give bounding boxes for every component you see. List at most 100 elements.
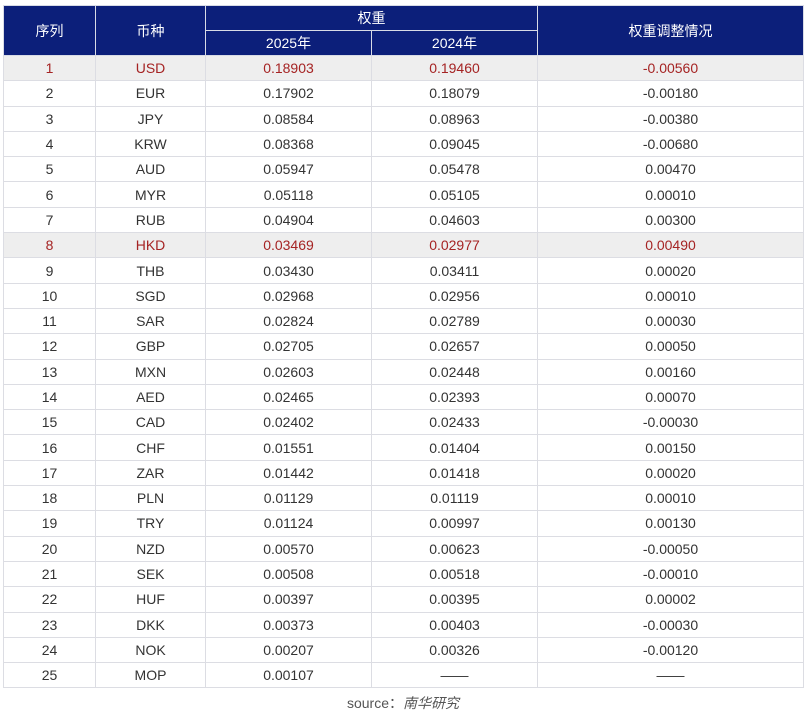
cell-weight-2025: 0.08584 [205, 105, 372, 132]
cell-currency: THB [95, 257, 206, 284]
cell-index: 12 [3, 333, 96, 360]
cell-index: 14 [3, 383, 96, 411]
cell-index: 25 [3, 662, 96, 689]
cell-weight-change: 0.00010 [537, 282, 804, 309]
cell-index: 11 [3, 307, 96, 335]
cell-weight-2025: 0.03430 [205, 257, 372, 284]
cell-weight-2025: 0.03469 [205, 232, 372, 259]
table-row: 21 SEK 0.00508 0.00518 -0.00010 [3, 560, 804, 588]
cell-index: 17 [3, 459, 96, 487]
table-row: 13 MXN 0.02603 0.02448 0.00160 [3, 358, 804, 385]
cell-index: 21 [3, 560, 96, 588]
cell-weight-change: 0.00490 [537, 232, 804, 259]
cell-weight-2024: 0.18079 [371, 80, 538, 107]
cell-currency: RUB [95, 206, 206, 234]
cell-weight-2024: 0.00326 [371, 636, 538, 664]
cell-weight-2024: 0.00395 [371, 586, 538, 613]
cell-weight-2024: 0.00623 [371, 535, 538, 562]
cell-currency: CAD [95, 409, 206, 436]
cell-weight-change: 0.00020 [537, 459, 804, 487]
table-row: 11 SAR 0.02824 0.02789 0.00030 [3, 307, 804, 335]
cell-currency: TRY [95, 510, 206, 537]
cell-currency: EUR [95, 80, 206, 107]
table-row: 25 MOP 0.00107 —— —— [3, 662, 804, 689]
cell-weight-2025: 0.00373 [205, 611, 372, 638]
cell-index: 8 [3, 232, 96, 259]
cell-index: 6 [3, 181, 96, 208]
cell-weight-change: -0.00680 [537, 130, 804, 158]
cell-weight-2025: 0.00107 [205, 662, 372, 689]
cell-weight-2024: —— [371, 662, 538, 689]
cell-weight-2025: 0.18903 [205, 54, 372, 82]
cell-weight-2024: 0.19460 [371, 54, 538, 82]
cell-index: 4 [3, 130, 96, 158]
currency-weight-table: 序列 币种 权重 权重调整情况 2025年 2024年 1 USD 0.18903 0… [3, 5, 804, 689]
source-label: source： [346, 695, 404, 711]
table-row: 15 CAD 0.02402 0.02433 -0.00030 [3, 409, 804, 436]
cell-currency: ZAR [95, 459, 206, 487]
cell-currency: MYR [95, 181, 206, 208]
cell-weight-2024: 0.02433 [371, 409, 538, 436]
cell-index: 1 [3, 54, 96, 82]
cell-currency: AUD [95, 156, 206, 183]
cell-weight-2024: 0.08963 [371, 105, 538, 132]
table-row: 4 KRW 0.08368 0.09045 -0.00680 [3, 130, 804, 158]
table-row: 20 NZD 0.00570 0.00623 -0.00050 [3, 535, 804, 562]
cell-index: 24 [3, 636, 96, 664]
cell-currency: KRW [95, 130, 206, 158]
cell-currency: GBP [95, 333, 206, 360]
cell-currency: HKD [95, 232, 206, 259]
cell-weight-2024: 0.04603 [371, 206, 538, 234]
cell-weight-change: 0.00030 [537, 307, 804, 335]
cell-currency: NZD [95, 535, 206, 562]
cell-weight-change: 0.00050 [537, 333, 804, 360]
cell-index: 18 [3, 485, 96, 512]
cell-index: 2 [3, 80, 96, 107]
source-note: source：南华研究 [0, 693, 806, 713]
table-row: 18 PLN 0.01129 0.01119 0.00010 [3, 485, 804, 512]
cell-weight-2025: 0.02465 [205, 383, 372, 411]
cell-weight-2024: 0.00518 [371, 560, 538, 588]
table-row: 12 GBP 0.02705 0.02657 0.00050 [3, 333, 804, 360]
table-row: 14 AED 0.02465 0.02393 0.00070 [3, 383, 804, 411]
cell-weight-2024: 0.09045 [371, 130, 538, 158]
cell-index: 3 [3, 105, 96, 132]
cell-weight-2024: 0.02657 [371, 333, 538, 360]
cell-weight-change: 0.00150 [537, 434, 804, 461]
table-row: 3 JPY 0.08584 0.08963 -0.00380 [3, 105, 804, 132]
cell-index: 23 [3, 611, 96, 638]
cell-currency: USD [95, 54, 206, 82]
cell-currency: PLN [95, 485, 206, 512]
table-row: 22 HUF 0.00397 0.00395 0.00002 [3, 586, 804, 613]
cell-weight-2025: 0.05947 [205, 156, 372, 183]
table-row: 5 AUD 0.05947 0.05478 0.00470 [3, 156, 804, 183]
table-row: 6 MYR 0.05118 0.05105 0.00010 [3, 181, 804, 208]
cell-weight-change: 0.00020 [537, 257, 804, 284]
header-weight-change: 权重调整情况 [537, 5, 804, 56]
cell-weight-2025: 0.01551 [205, 434, 372, 461]
header-2024: 2024年 [371, 30, 538, 56]
cell-weight-2024: 0.00997 [371, 510, 538, 537]
cell-weight-2024: 0.05478 [371, 156, 538, 183]
cell-weight-2025: 0.02705 [205, 333, 372, 360]
cell-weight-2025: 0.02824 [205, 307, 372, 335]
cell-weight-change: 0.00070 [537, 383, 804, 411]
cell-index: 10 [3, 282, 96, 309]
cell-weight-change: —— [537, 662, 804, 689]
cell-weight-2025: 0.02968 [205, 282, 372, 309]
table-row: 10 SGD 0.02968 0.02956 0.00010 [3, 282, 804, 309]
cell-weight-2025: 0.02402 [205, 409, 372, 436]
cell-index: 19 [3, 510, 96, 537]
header-currency: 币种 [95, 5, 206, 56]
cell-weight-change: 0.00160 [537, 358, 804, 385]
cell-currency: DKK [95, 611, 206, 638]
cell-weight-2024: 0.01404 [371, 434, 538, 461]
cell-index: 20 [3, 535, 96, 562]
cell-weight-2024: 0.00403 [371, 611, 538, 638]
cell-weight-change: 0.00010 [537, 485, 804, 512]
cell-weight-change: -0.00180 [537, 80, 804, 107]
cell-index: 9 [3, 257, 96, 284]
cell-currency: SGD [95, 282, 206, 309]
cell-currency: HUF [95, 586, 206, 613]
cell-weight-change: 0.00010 [537, 181, 804, 208]
